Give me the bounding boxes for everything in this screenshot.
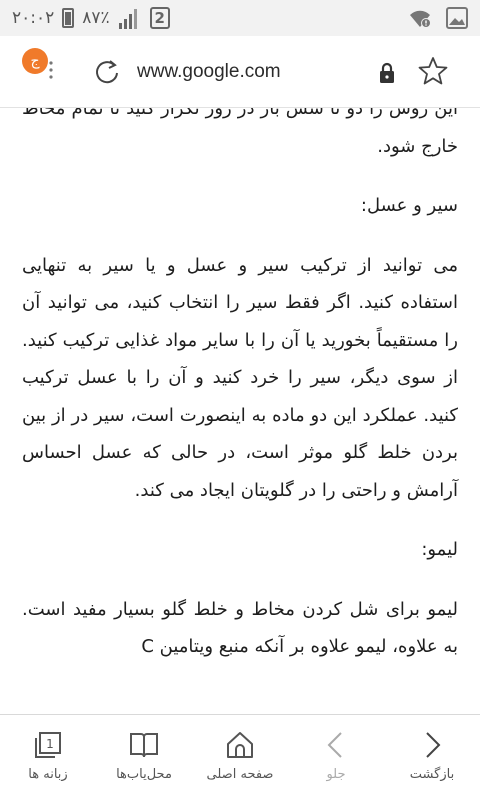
menu-dots-icon[interactable]	[49, 60, 53, 80]
home-button[interactable]: صفحه اصلی	[192, 715, 288, 800]
battery-icon	[62, 8, 75, 28]
status-left: ۲۰:۰۲ ۸۷٪ 2	[12, 7, 170, 29]
address-bar: ج www.google.com	[0, 36, 480, 108]
article-body: این روش را دو تا شش بار در روز تکرار کنی…	[0, 108, 480, 666]
paragraph-lemon: لیمو برای شل کردن مخاط و خلط گلو بسیار م…	[22, 598, 458, 658]
home-label: صفحه اصلی	[206, 767, 274, 782]
paragraph-intro: این روش را دو تا شش بار در روز تکرار کنی…	[22, 108, 458, 157]
signal-icon	[118, 9, 137, 29]
tabs-count: 1	[46, 737, 54, 751]
bottom-toolbar: 1 زبانه ها محل‌یاب‌ها صفحه اصلی جلو بازگ…	[0, 714, 480, 800]
bookmarks-label: محل‌یاب‌ها	[116, 767, 172, 782]
clock: ۲۰:۰۲	[12, 8, 55, 28]
home-icon	[227, 732, 253, 758]
profile-badge[interactable]: ج	[22, 48, 48, 74]
status-right	[408, 7, 468, 29]
tabs-label: زبانه ها	[28, 767, 68, 782]
sim-indicator: 2	[149, 7, 170, 29]
tabs-button[interactable]: 1 زبانه ها	[0, 715, 96, 800]
lock-icon	[380, 62, 394, 83]
back-button[interactable]: بازگشت	[384, 715, 480, 800]
forward-label: جلو	[326, 767, 346, 782]
chevron-left-icon	[327, 732, 342, 758]
chevron-right-icon	[426, 732, 441, 758]
book-icon	[130, 733, 158, 758]
refresh-icon[interactable]	[93, 58, 121, 86]
bookmarks-button[interactable]: محل‌یاب‌ها	[96, 715, 192, 800]
status-bar: ۲۰:۰۲ ۸۷٪ 2	[0, 0, 480, 36]
heading-lemon: لیمو:	[421, 539, 458, 560]
gallery-icon	[446, 7, 468, 29]
heading-garlic-honey: سیر و عسل:	[360, 195, 458, 216]
tabs-icon: 1	[35, 732, 61, 758]
paragraph-garlic-honey: می توانید از ترکیب سیر و عسل و یا سیر به…	[22, 254, 458, 501]
forward-button[interactable]: جلو	[288, 715, 384, 800]
page-content: این روش را دو تا شش بار در روز تکرار کنی…	[0, 108, 480, 714]
url-field[interactable]: www.google.com	[137, 61, 281, 83]
bookmark-star-icon[interactable]	[418, 56, 448, 86]
wifi-alert-icon	[410, 10, 431, 28]
battery-percent: ۸۷٪	[82, 8, 110, 28]
back-label: بازگشت	[409, 767, 455, 782]
